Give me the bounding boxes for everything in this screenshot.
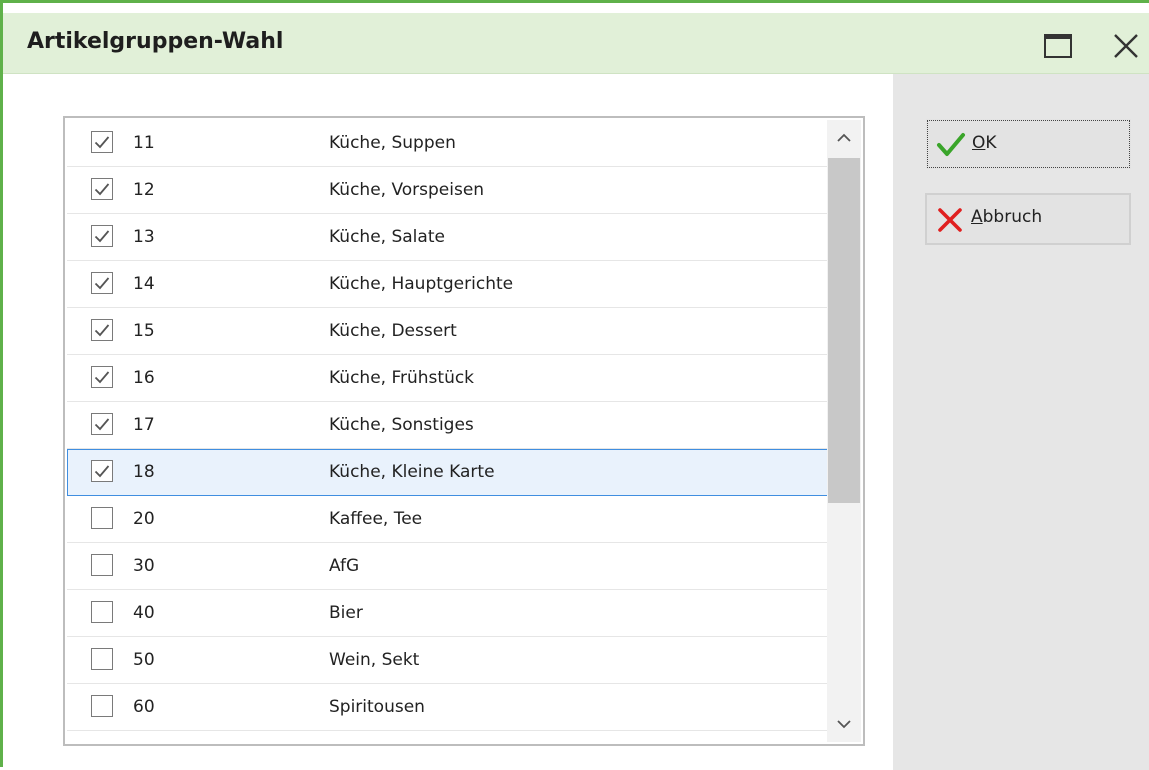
- vertical-scrollbar[interactable]: [827, 120, 861, 742]
- checkmark-icon: [936, 132, 966, 163]
- list-item[interactable]: 17 Küche, Sonstiges: [67, 402, 829, 449]
- list-item[interactable]: 16 Küche, Frühstück: [67, 355, 829, 402]
- row-code: 14: [133, 274, 155, 294]
- row-code: 15: [133, 321, 155, 341]
- list-item[interactable]: 11 Küche, Suppen: [67, 120, 829, 167]
- row-checkbox[interactable]: [91, 272, 113, 294]
- checkmark-icon: [94, 230, 110, 243]
- scroll-thumb[interactable]: [828, 158, 860, 503]
- checkmark-icon: [94, 136, 110, 149]
- row-name: Küche, Frühstück: [329, 368, 475, 388]
- row-name: Spiritousen: [329, 697, 425, 717]
- row-name: AfG: [329, 556, 360, 576]
- row-name: Küche, Hauptgerichte: [329, 274, 514, 294]
- button-panel: [893, 74, 1149, 770]
- row-checkbox[interactable]: [91, 178, 113, 200]
- checkmark-icon: [94, 371, 110, 384]
- row-code: 13: [133, 227, 155, 247]
- row-name: Küche, Kleine Karte: [329, 462, 495, 482]
- list-item[interactable]: 15 Küche, Dessert: [67, 308, 829, 355]
- row-code: 11: [133, 133, 155, 153]
- row-checkbox[interactable]: [91, 413, 113, 435]
- scroll-up-icon[interactable]: [827, 120, 861, 156]
- cancel-label: Abbruch: [971, 207, 1043, 227]
- window-title: Artikelgruppen-Wahl: [27, 29, 284, 54]
- row-code: 16: [133, 368, 155, 388]
- checkmark-icon: [94, 324, 110, 337]
- row-checkbox[interactable]: [91, 554, 113, 576]
- row-checkbox[interactable]: [91, 366, 113, 388]
- row-name: Küche, Vorspeisen: [329, 180, 485, 200]
- checkmark-icon: [94, 277, 110, 290]
- list-rows: 11 Küche, Suppen 12 Küche, Vorspeisen 13 Küch…: [67, 120, 829, 731]
- title-bar[interactable]: Artikelgruppen-Wahl: [3, 13, 1149, 74]
- x-icon: [937, 207, 963, 238]
- row-name: Bier: [329, 603, 363, 623]
- list-item[interactable]: 18 Küche, Kleine Karte: [67, 449, 829, 496]
- ok-label: OK: [972, 133, 997, 153]
- ok-button[interactable]: OK: [926, 119, 1131, 169]
- scroll-down-icon[interactable]: [827, 706, 861, 742]
- list-item[interactable]: 13 Küche, Salate: [67, 214, 829, 261]
- row-code: 17: [133, 415, 155, 435]
- row-code: 30: [133, 556, 155, 576]
- close-icon[interactable]: [1111, 31, 1141, 61]
- row-name: Küche, Dessert: [329, 321, 457, 341]
- row-name: Küche, Sonstiges: [329, 415, 474, 435]
- cancel-button[interactable]: Abbruch: [925, 193, 1131, 245]
- maximize-icon[interactable]: [1043, 31, 1073, 61]
- row-name: Küche, Salate: [329, 227, 445, 247]
- list-item[interactable]: 20 Kaffee, Tee: [67, 496, 829, 543]
- row-checkbox[interactable]: [91, 601, 113, 623]
- row-checkbox[interactable]: [91, 319, 113, 341]
- row-name: Küche, Suppen: [329, 133, 456, 153]
- list-item[interactable]: 12 Küche, Vorspeisen: [67, 167, 829, 214]
- row-code: 18: [133, 462, 155, 482]
- row-name: Kaffee, Tee: [329, 509, 423, 529]
- row-checkbox[interactable]: [91, 507, 113, 529]
- row-code: 40: [133, 603, 155, 623]
- list-item[interactable]: 30 AfG: [67, 543, 829, 590]
- list-item[interactable]: 40 Bier: [67, 590, 829, 637]
- row-code: 60: [133, 697, 155, 717]
- row-checkbox[interactable]: [91, 131, 113, 153]
- dialog-window: Artikelgruppen-Wahl 11 Küche, Suppen 12 Küc…: [0, 0, 1149, 770]
- row-checkbox[interactable]: [91, 460, 113, 482]
- row-name: Wein, Sekt: [329, 650, 420, 670]
- article-group-list[interactable]: 11 Küche, Suppen 12 Küche, Vorspeisen 13 Küch…: [63, 116, 865, 746]
- row-checkbox[interactable]: [91, 695, 113, 717]
- checkmark-icon: [94, 465, 110, 478]
- checkmark-icon: [94, 183, 110, 196]
- row-code: 50: [133, 650, 155, 670]
- row-code: 20: [133, 509, 155, 529]
- list-item[interactable]: 50 Wein, Sekt: [67, 637, 829, 684]
- row-checkbox[interactable]: [91, 225, 113, 247]
- list-item[interactable]: 60 Spiritousen: [67, 684, 829, 731]
- list-item[interactable]: 14 Küche, Hauptgerichte: [67, 261, 829, 308]
- row-checkbox[interactable]: [91, 648, 113, 670]
- row-code: 12: [133, 180, 155, 200]
- checkmark-icon: [94, 418, 110, 431]
